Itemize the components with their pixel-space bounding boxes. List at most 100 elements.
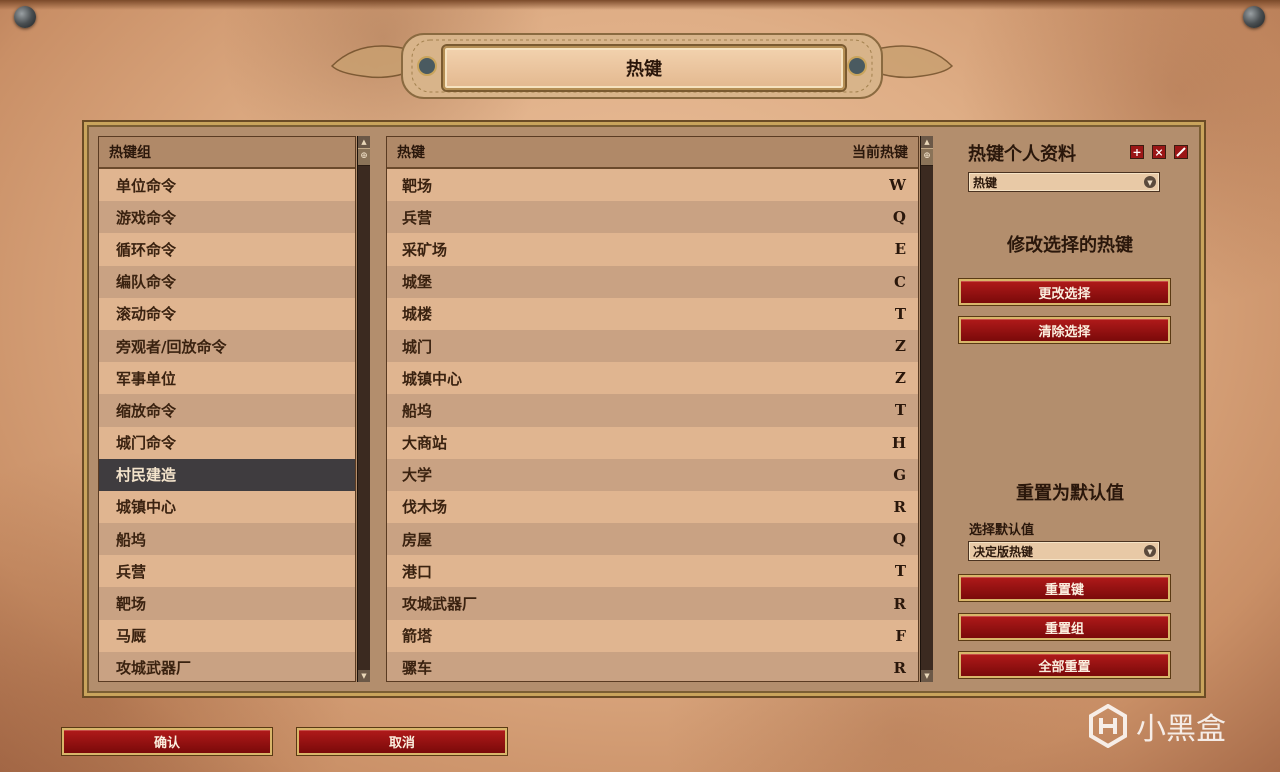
hotkey-group-item[interactable]: 村民建造	[99, 458, 355, 491]
hotkey-group-item[interactable]: 滚动命令	[99, 297, 355, 330]
hotkey-current-key: H	[891, 433, 906, 452]
modify-title: 修改选择的热键	[1007, 235, 1133, 256]
hotkey-item[interactable]: 靶场 W	[387, 169, 918, 202]
hotkey-group-item[interactable]: 城镇中心	[99, 490, 355, 524]
profile-select[interactable]: 热键 ▼	[968, 172, 1160, 192]
hotkey-group-label: 军事单位	[116, 369, 177, 388]
hotkey-label: 城门	[402, 337, 433, 356]
hotkey-item[interactable]: 攻城武器厂 R	[387, 587, 918, 620]
hotkey-group-label: 马厩	[116, 627, 147, 646]
hotkey-group-label: 村民建造	[116, 466, 177, 485]
hotkey-group-label: 编队命令	[116, 273, 177, 292]
hotkey-item[interactable]: 城楼 T	[387, 297, 918, 330]
groups-scrollbar[interactable]: ▲ ⊕ ▼	[357, 136, 370, 682]
hotkey-group-item[interactable]: 游戏命令	[99, 201, 355, 234]
plus-icon[interactable]: +	[1130, 145, 1144, 159]
hotkey-group-label: 船坞	[116, 530, 147, 549]
reset-title: 重置为默认值	[1016, 483, 1124, 504]
hotkey-group-label: 兵营	[116, 562, 147, 581]
groups-scroll-thumb[interactable]: ⊕	[358, 148, 370, 166]
watermark: 小黑盒	[1088, 700, 1226, 752]
hotkey-item[interactable]: 采矿场 E	[387, 233, 918, 266]
rivet-top-right	[1243, 6, 1265, 28]
default-select[interactable]: 决定版热键 ▼	[968, 541, 1160, 561]
hotkey-label: 城堡	[402, 273, 433, 292]
hotkey-label: 兵营	[402, 208, 433, 227]
hotkey-label: 大学	[402, 466, 433, 485]
hotkey-item[interactable]: 大学 G	[387, 458, 918, 491]
arrow-down-icon[interactable]: ▼	[358, 670, 370, 682]
hotkey-groups-header-label: 热键组	[109, 145, 151, 161]
hotkeys-scrollbar[interactable]: ▲ ⊕ ▼	[920, 136, 933, 682]
hotkey-group-item[interactable]: 船坞	[99, 523, 355, 556]
hotkey-label: 房屋	[402, 530, 433, 549]
hotkey-current-key: Z	[895, 369, 906, 388]
hotkey-item[interactable]: 船坞 T	[387, 394, 918, 427]
hotkey-label: 城楼	[402, 305, 433, 324]
arrow-up-icon[interactable]: ▲	[921, 136, 933, 148]
hotkeys-scroll-thumb[interactable]: ⊕	[921, 148, 933, 166]
hotkey-item[interactable]: 房屋 Q	[387, 523, 918, 556]
hotkey-current-key: T	[894, 401, 906, 420]
hotkey-group-label: 缩放命令	[116, 401, 177, 420]
hotkey-group-label: 靶场	[116, 595, 147, 614]
rivet-top-left	[14, 6, 36, 28]
hotkey-group-label: 城镇中心	[116, 498, 177, 517]
hotkey-item[interactable]: 箭塔 F	[387, 619, 918, 652]
hotkey-item[interactable]: 城镇中心 Z	[387, 362, 918, 395]
watermark-text: 小黑盒	[1136, 712, 1226, 747]
hotkey-item[interactable]: 骡车 R	[387, 651, 918, 681]
clear-selection-button[interactable]: 清除选择	[959, 317, 1170, 343]
hotkey-group-label: 攻城武器厂	[116, 659, 192, 678]
profile-select-value: 热键	[973, 175, 998, 190]
hotkey-group-item[interactable]: 攻城武器厂	[99, 651, 355, 681]
hotkey-item[interactable]: 兵营 Q	[387, 201, 918, 234]
hotkey-current-key: C	[894, 272, 906, 291]
hotkey-current-key: E	[894, 240, 906, 259]
page-title: 热键	[443, 46, 845, 90]
hotkey-item[interactable]: 城堡 C	[387, 265, 918, 298]
hotkey-group-label: 滚动命令	[116, 305, 177, 324]
hotkey-group-item[interactable]: 旁观者/回放命令	[99, 329, 355, 363]
pencil-icon[interactable]	[1174, 145, 1188, 159]
hotkeys-header-name: 热键	[397, 145, 425, 161]
hotkey-group-item[interactable]: 循环命令	[99, 233, 355, 266]
hotkey-current-key: Q	[892, 530, 906, 549]
hotkey-item[interactable]: 城门 Z	[387, 329, 918, 363]
hotkey-current-key: R	[893, 658, 906, 677]
hotkey-item[interactable]: 伐木场 R	[387, 490, 918, 524]
hotkey-current-key: Q	[892, 208, 906, 227]
hotkey-group-item[interactable]: 兵营	[99, 555, 355, 588]
hotkey-group-item[interactable]: 靶场	[99, 587, 355, 620]
hotkey-group-item[interactable]: 编队命令	[99, 265, 355, 298]
hotkey-group-label: 城门命令	[116, 434, 177, 453]
hotkey-group-item[interactable]: 单位命令	[99, 169, 355, 202]
confirm-button[interactable]: 确认	[62, 728, 272, 755]
hotkey-label: 伐木场	[402, 498, 448, 517]
cancel-button[interactable]: 取消	[297, 728, 507, 755]
arrow-down-icon[interactable]: ▼	[921, 670, 933, 682]
hotkey-label: 大商站	[402, 434, 448, 453]
arrow-up-icon[interactable]: ▲	[358, 136, 370, 148]
hotkey-group-item[interactable]: 马厩	[99, 619, 355, 652]
hotkey-group-item[interactable]: 城门命令	[99, 426, 355, 459]
hotkey-current-key: Z	[895, 337, 906, 356]
hotkey-group-item[interactable]: 军事单位	[99, 362, 355, 395]
hotkey-group-item[interactable]: 缩放命令	[99, 394, 355, 427]
hotkey-current-key: R	[893, 594, 906, 613]
hotkeys-list: 热键 当前热键 靶场 W 兵营 Q 采矿场 E 城堡 C 城楼 T 城门 Z 城镇中心 Z 船坞 T 大商站 H 大…	[386, 136, 919, 682]
hotkey-label: 采矿场	[402, 240, 448, 259]
hotkey-item[interactable]: 大商站 H	[387, 426, 918, 459]
close-icon[interactable]: ×	[1152, 145, 1166, 159]
hotkey-label: 箭塔	[402, 627, 433, 646]
hotkey-current-key: F	[895, 626, 906, 645]
reset-all-button[interactable]: 全部重置	[959, 652, 1170, 678]
reset-group-button[interactable]: 重置组	[959, 614, 1170, 640]
title-banner: 热键	[322, 26, 962, 106]
hotkeys-header-current: 当前热键	[852, 145, 908, 161]
hotkeys-header: 热键 当前热键	[387, 137, 918, 169]
hotkey-current-key: T	[894, 562, 906, 581]
change-selection-button[interactable]: 更改选择	[959, 279, 1170, 305]
hotkey-item[interactable]: 港口 T	[387, 555, 918, 588]
reset-key-button[interactable]: 重置键	[959, 575, 1170, 601]
